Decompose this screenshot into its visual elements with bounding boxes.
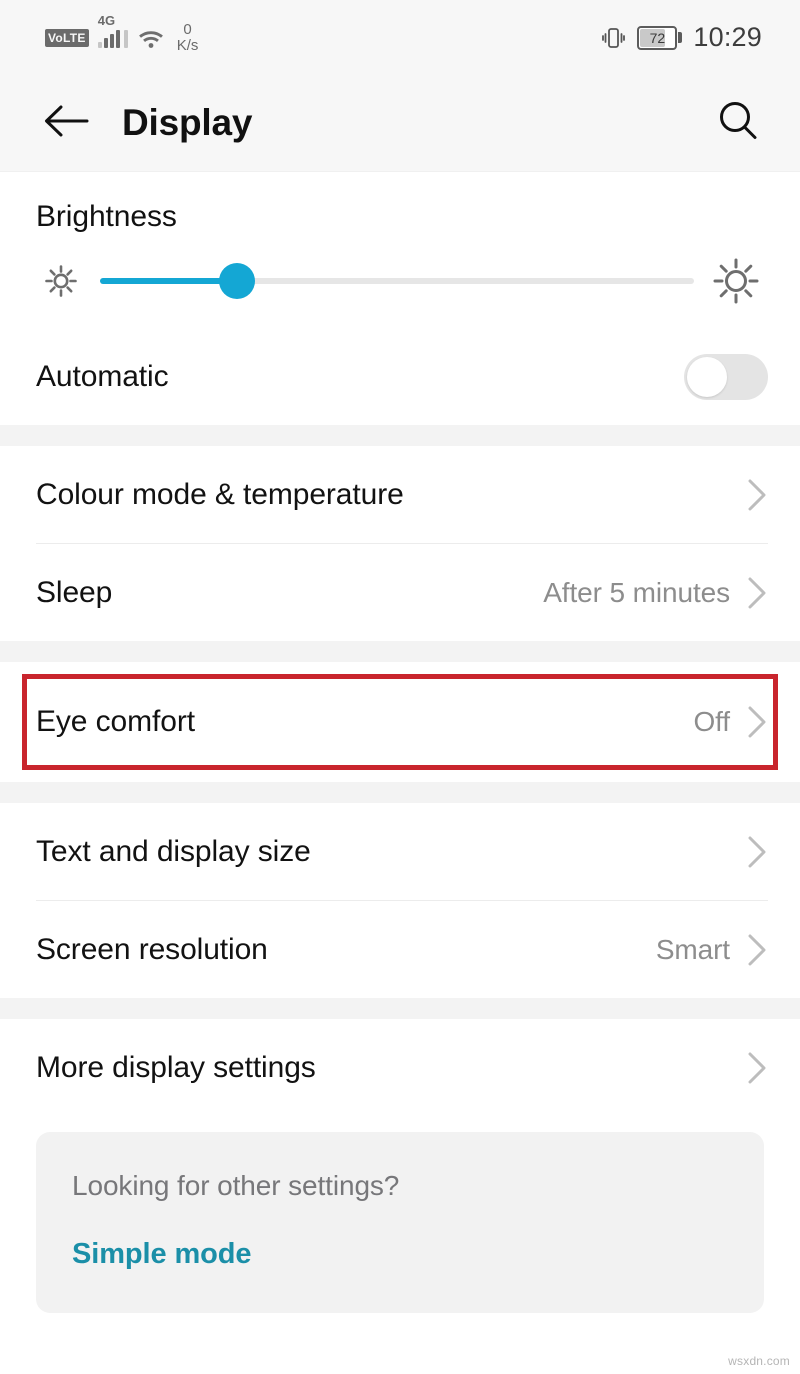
chevron-right-icon [746, 835, 768, 869]
promo-area: Looking for other settings? Simple mode [0, 1116, 800, 1313]
toggle-knob [687, 356, 727, 397]
row-label-colour-mode: Colour mode & temperature [36, 477, 404, 511]
search-button[interactable] [710, 95, 766, 151]
row-more-display-settings[interactable]: More display settings [0, 1019, 800, 1116]
status-bar-right: 72 10:29 [600, 24, 762, 51]
section-separator [0, 425, 800, 446]
row-label-automatic: Automatic [36, 359, 169, 393]
signal-bars-icon: 4G [97, 14, 128, 48]
chevron-right-icon [746, 576, 768, 610]
sun-large-icon [704, 257, 768, 305]
brightness-slider-row [0, 234, 800, 328]
promo-question: Looking for other settings? [72, 1170, 400, 1201]
brightness-card: Brightness Automatic [0, 172, 800, 425]
row-label-more-display-settings: More display settings [36, 1050, 316, 1084]
brightness-slider[interactable] [100, 261, 694, 301]
row-label-sleep: Sleep [36, 575, 113, 609]
data-rate-unit: K/s [176, 36, 199, 54]
vibrate-icon [600, 25, 626, 51]
promo-card: Looking for other settings? Simple mode [36, 1132, 764, 1313]
row-label-text-and-display-size: Text and display size [36, 834, 311, 868]
chevron-right-icon [746, 478, 768, 512]
row-value-screen-resolution: Smart [655, 933, 730, 965]
section-eye-comfort: Eye comfort Off [0, 662, 800, 782]
automatic-brightness-toggle[interactable] [684, 353, 768, 400]
chevron-right-icon [746, 933, 768, 967]
row-label-screen-resolution: Screen resolution [36, 932, 268, 966]
volte-badge: VoLTE [45, 28, 89, 47]
chevron-right-icon [746, 1051, 768, 1085]
search-icon [716, 99, 760, 148]
page-title: Display [122, 102, 253, 143]
data-rate-indicator: 0 K/s [176, 20, 199, 54]
signal-bars-secondary [123, 28, 128, 48]
app-bar: Display [0, 75, 800, 172]
section-separator [0, 782, 800, 803]
status-bar-left: VoLTE 4G 0 K/s [45, 14, 199, 54]
section-colour-sleep: Colour mode & temperature Sleep After 5 … [0, 446, 800, 641]
row-eye-comfort[interactable]: Eye comfort Off [0, 662, 800, 782]
phone-screen: VoLTE 4G 0 K/s 72 10:29 Display Brightne… [0, 0, 800, 1374]
simple-mode-link[interactable]: Simple mode [72, 1238, 251, 1271]
wifi-icon [137, 27, 165, 49]
row-label-eye-comfort: Eye comfort [36, 705, 195, 738]
row-automatic[interactable]: Automatic [0, 328, 800, 425]
battery-percent-label: 72 [649, 29, 666, 46]
sun-small-icon [34, 264, 88, 298]
data-rate-value: 0 [183, 20, 192, 38]
network-type-label: 4G [97, 12, 116, 28]
section-text-resolution: Text and display size Screen resolution … [0, 803, 800, 998]
row-value-eye-comfort: Off [693, 706, 730, 737]
watermark: wsxdn.com [728, 1354, 790, 1368]
slider-fill [100, 278, 237, 284]
row-colour-mode[interactable]: Colour mode & temperature [0, 446, 800, 543]
battery-icon: 72 [637, 25, 683, 50]
slider-thumb[interactable] [218, 263, 255, 299]
section-more-settings: More display settings [0, 1019, 800, 1116]
row-sleep[interactable]: Sleep After 5 minutes [0, 544, 800, 641]
back-button[interactable] [38, 95, 94, 151]
row-screen-resolution[interactable]: Screen resolution Smart [0, 901, 800, 998]
row-text-and-display-size[interactable]: Text and display size [0, 803, 800, 900]
signal-bars [97, 28, 120, 48]
section-separator [0, 641, 800, 662]
status-bar: VoLTE 4G 0 K/s 72 10:29 [0, 0, 800, 75]
status-bar-clock: 10:29 [693, 22, 762, 52]
brightness-heading: Brightness [36, 200, 177, 233]
arrow-left-icon [43, 103, 89, 144]
row-value-sleep: After 5 minutes [543, 576, 730, 608]
section-separator [0, 998, 800, 1019]
chevron-right-icon [746, 705, 768, 739]
